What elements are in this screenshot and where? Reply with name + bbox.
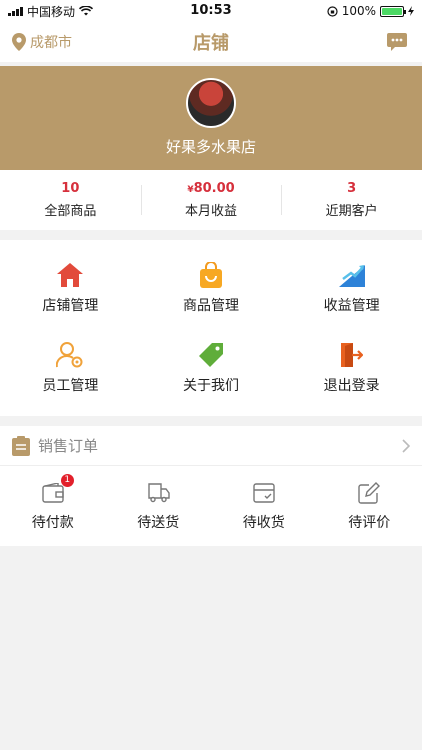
menu-about-us[interactable]: 关于我们 [141,328,282,408]
status-bar: 中国移动 10:53 100% [0,0,422,22]
order-label: 待评价 [348,515,391,531]
shop-name: 好果多水果店 [165,138,256,156]
logout-icon [338,341,366,369]
menu-label: 商品管理 [182,298,239,314]
battery-percent: 100% [341,4,376,18]
stat-revenue[interactable]: ¥80.00 本月收益 [140,181,282,219]
status-right: 100% [327,4,414,18]
wifi-icon [79,6,94,16]
menu-grid: 店铺管理 商品管理 收益管理 员工管理 关于我们 退出登录 [0,240,422,416]
package-icon [251,480,277,506]
order-count-badge: 1 [60,474,74,487]
location-pin-icon [12,33,26,51]
stat-value: ¥80.00 [187,181,235,196]
order-pending-receipt[interactable]: 待收货 [211,480,317,532]
menu-label: 退出登录 [323,378,380,394]
menu-shop-management[interactable]: 店铺管理 [0,248,141,328]
location-selector[interactable]: 成都市 [12,32,72,52]
sales-orders-header[interactable]: 销售订单 [0,426,422,466]
menu-label: 关于我们 [182,378,239,394]
nav-bar: 成都市 店铺 [0,22,422,62]
stat-label: 本月收益 [185,204,238,219]
tag-icon [197,341,225,369]
orientation-lock-icon [327,5,338,17]
battery-icon [380,5,406,17]
sales-orders-panel: 销售订单 1 待付款 待送货 待收货 待评价 [0,426,422,546]
stat-value: 3 [347,181,357,196]
truck-icon [145,480,171,506]
stat-value: 10 [61,181,80,196]
order-pending-delivery[interactable]: 待送货 [106,480,212,532]
menu-logout[interactable]: 退出登录 [281,328,422,408]
order-label: 待付款 [31,515,74,531]
message-button[interactable] [384,29,410,55]
stat-customers[interactable]: 3 近期客户 [281,181,422,219]
menu-label: 收益管理 [323,298,380,314]
menu-label: 员工管理 [42,378,99,394]
stat-label: 近期客户 [325,204,378,219]
clipboard-icon [12,435,30,456]
order-pending-payment[interactable]: 1 待付款 [0,474,106,532]
staff-settings-icon [56,341,84,369]
order-status-row: 1 待付款 待送货 待收货 待评价 [0,466,422,546]
chat-icon [387,33,407,51]
shop-avatar[interactable] [186,78,236,128]
chevron-right-icon [402,438,410,453]
chart-icon [338,261,366,289]
order-pending-review[interactable]: 待评价 [317,480,422,532]
stat-products[interactable]: 10 全部商品 [0,181,141,219]
stats-bar: 10 全部商品 ¥80.00 本月收益 3 近期客户 [0,170,422,230]
shopping-bag-icon [197,261,225,289]
home-icon [56,261,84,289]
stat-label: 全部商品 [44,204,97,219]
charging-icon [408,6,414,16]
status-left: 中国移动 [8,3,94,20]
menu-revenue-management[interactable]: 收益管理 [281,248,422,328]
menu-product-management[interactable]: 商品管理 [141,248,282,328]
wallet-icon: 1 [40,474,74,506]
sales-orders-title: 销售订单 [38,437,99,455]
menu-staff-management[interactable]: 员工管理 [0,328,141,408]
location-label: 成都市 [30,35,72,51]
carrier-label: 中国移动 [27,4,76,19]
edit-icon [356,480,382,506]
order-label: 待送货 [137,515,180,531]
order-label: 待收货 [242,515,285,531]
menu-label: 店铺管理 [42,298,99,314]
signal-icon [8,6,23,16]
shop-header: 好果多水果店 [0,66,422,170]
